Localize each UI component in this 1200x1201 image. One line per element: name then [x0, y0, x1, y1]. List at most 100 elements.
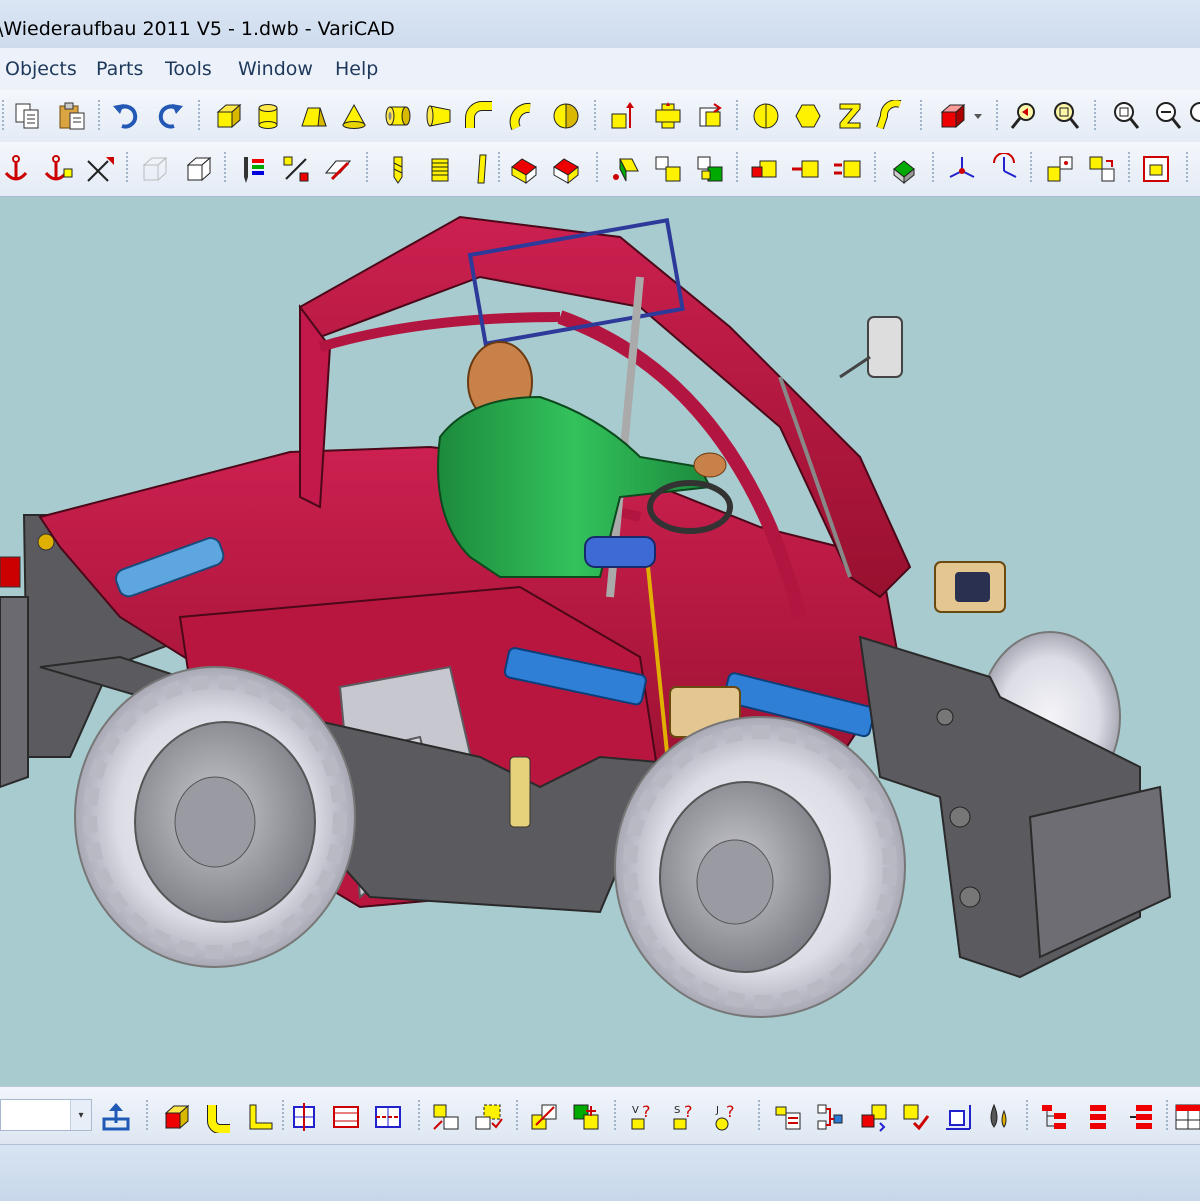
half-sphere-icon[interactable] [548, 98, 584, 134]
anchor-remove-icon[interactable] [40, 151, 76, 187]
check-surface-icon[interactable]: S? [668, 1099, 704, 1135]
prism-tool-icon[interactable] [790, 98, 826, 134]
replace-part-icon[interactable] [830, 151, 866, 187]
update-parts-icon[interactable] [856, 1099, 892, 1135]
edit-profile-icon[interactable] [320, 151, 356, 187]
pipe-elbow-icon[interactable] [462, 98, 498, 134]
box-red-icon[interactable] [158, 1099, 194, 1135]
zoom-in-icon[interactable] [1108, 98, 1144, 134]
menu-parts[interactable]: Parts [96, 56, 143, 82]
list-red-icon[interactable] [1080, 1099, 1116, 1135]
solids-array-icon[interactable] [692, 151, 728, 187]
svg-text:?: ? [684, 1102, 693, 1121]
menu-help[interactable]: Help [335, 56, 378, 82]
axes-3d-icon[interactable] [944, 151, 980, 187]
cylinder-solid-icon[interactable] [250, 98, 286, 134]
insert-part-icon[interactable] [746, 151, 782, 187]
check-icon[interactable] [470, 1099, 506, 1135]
tree-red-icon[interactable] [1036, 1099, 1072, 1135]
subtract-solids-icon[interactable] [692, 98, 728, 134]
move-solid-icon[interactable] [606, 98, 642, 134]
toolbar-separator [996, 100, 998, 132]
material-icon[interactable] [980, 1099, 1016, 1135]
drill-icon[interactable] [380, 151, 416, 187]
wireframe-box-icon[interactable] [136, 151, 172, 187]
dimension-3d-icon[interactable] [940, 1099, 976, 1135]
cone-solid-icon[interactable] [336, 98, 372, 134]
explode-icon[interactable] [526, 1099, 562, 1135]
toolbar-separator [736, 152, 738, 184]
l-profile-icon[interactable] [242, 1099, 278, 1135]
zoom-all-icon[interactable] [1186, 98, 1200, 134]
zoom-window-icon[interactable] [1048, 98, 1084, 134]
cursor-cross-icon[interactable] [82, 151, 118, 187]
measure-icon[interactable] [428, 1099, 464, 1135]
telehandler-model [0, 215, 1172, 1018]
blade-icon[interactable] [464, 151, 500, 187]
menu-window[interactable]: Window [238, 56, 313, 82]
copy-icon[interactable] [10, 98, 46, 134]
section-blue-icon[interactable] [370, 1099, 406, 1135]
color-dropdown-icon[interactable] [968, 98, 988, 134]
assembly-tree-icon[interactable] [812, 1099, 848, 1135]
front-right-wheel [614, 716, 906, 1018]
pyramid-frustum-icon[interactable] [296, 98, 332, 134]
pen-colors-icon[interactable] [234, 151, 270, 187]
toolbar-separator [1128, 152, 1130, 184]
table-icon[interactable] [1172, 1099, 1200, 1135]
thread-icon[interactable] [422, 151, 458, 187]
cut-view-icon[interactable] [286, 1099, 322, 1135]
section-red-icon[interactable] [328, 1099, 364, 1135]
check-j-icon[interactable]: J? [710, 1099, 746, 1135]
3d-viewport[interactable] [0, 197, 1200, 1086]
menu-objects[interactable]: Objects [5, 56, 77, 82]
torus-elbow-icon[interactable] [506, 98, 542, 134]
redo-icon[interactable] [152, 98, 188, 134]
percent-tool-icon[interactable] [278, 151, 314, 187]
shaded-box-icon[interactable] [506, 151, 542, 187]
elbow-yellow-icon[interactable] [200, 1099, 236, 1135]
toolbar-3d [0, 142, 1200, 197]
toolbar-separator [126, 152, 128, 184]
upload-icon[interactable] [98, 1099, 134, 1135]
list-right-icon[interactable] [1124, 1099, 1160, 1135]
tube-solid-icon[interactable] [380, 98, 416, 134]
toolbar-separator [98, 100, 100, 132]
remove-part-icon[interactable] [788, 151, 824, 187]
add-solids-icon[interactable] [650, 98, 686, 134]
svg-text:?: ? [726, 1102, 735, 1121]
bottom-toolbar: ▾ V? S? J? [0, 1086, 1200, 1145]
align-icon[interactable] [1042, 151, 1078, 187]
solids-copy-icon[interactable] [650, 151, 686, 187]
color-solid-icon[interactable] [934, 98, 970, 134]
side-mirror [839, 316, 903, 379]
zoom-previous-icon[interactable] [1006, 98, 1042, 134]
toolbar-standard [0, 90, 1200, 142]
combo-arrow-icon[interactable]: ▾ [70, 1100, 91, 1130]
box-solid-icon[interactable] [210, 98, 246, 134]
bend-profile-icon[interactable] [872, 98, 908, 134]
export-icon[interactable] [1138, 151, 1174, 187]
attach-icon[interactable] [568, 1099, 604, 1135]
cone-tool-icon[interactable] [748, 98, 784, 134]
paste-icon[interactable] [54, 98, 90, 134]
undo-icon[interactable] [108, 98, 144, 134]
z-profile-icon[interactable] [832, 98, 868, 134]
layer-combo[interactable]: ▾ [0, 1099, 92, 1131]
zoom-out-icon[interactable] [1150, 98, 1186, 134]
outline-box-icon[interactable] [180, 151, 216, 187]
menu-bar: Objects Parts Tools Window Help [0, 48, 1200, 90]
hidden-box-icon[interactable] [548, 151, 584, 187]
anchor-icon[interactable] [0, 151, 36, 187]
menu-tools[interactable]: Tools [165, 56, 212, 82]
bom-icon[interactable] [770, 1099, 806, 1135]
cone-frustum-icon[interactable] [422, 98, 458, 134]
transform-icon[interactable] [1084, 151, 1120, 187]
solids-move-icon[interactable] [608, 151, 644, 187]
toolbar-separator [498, 152, 500, 184]
rotate-axes-icon[interactable] [986, 151, 1022, 187]
group-icon[interactable] [886, 151, 922, 187]
toolbar-separator [282, 1100, 284, 1132]
check-volume-icon[interactable]: V? [626, 1099, 662, 1135]
check-parts-icon[interactable] [898, 1099, 934, 1135]
